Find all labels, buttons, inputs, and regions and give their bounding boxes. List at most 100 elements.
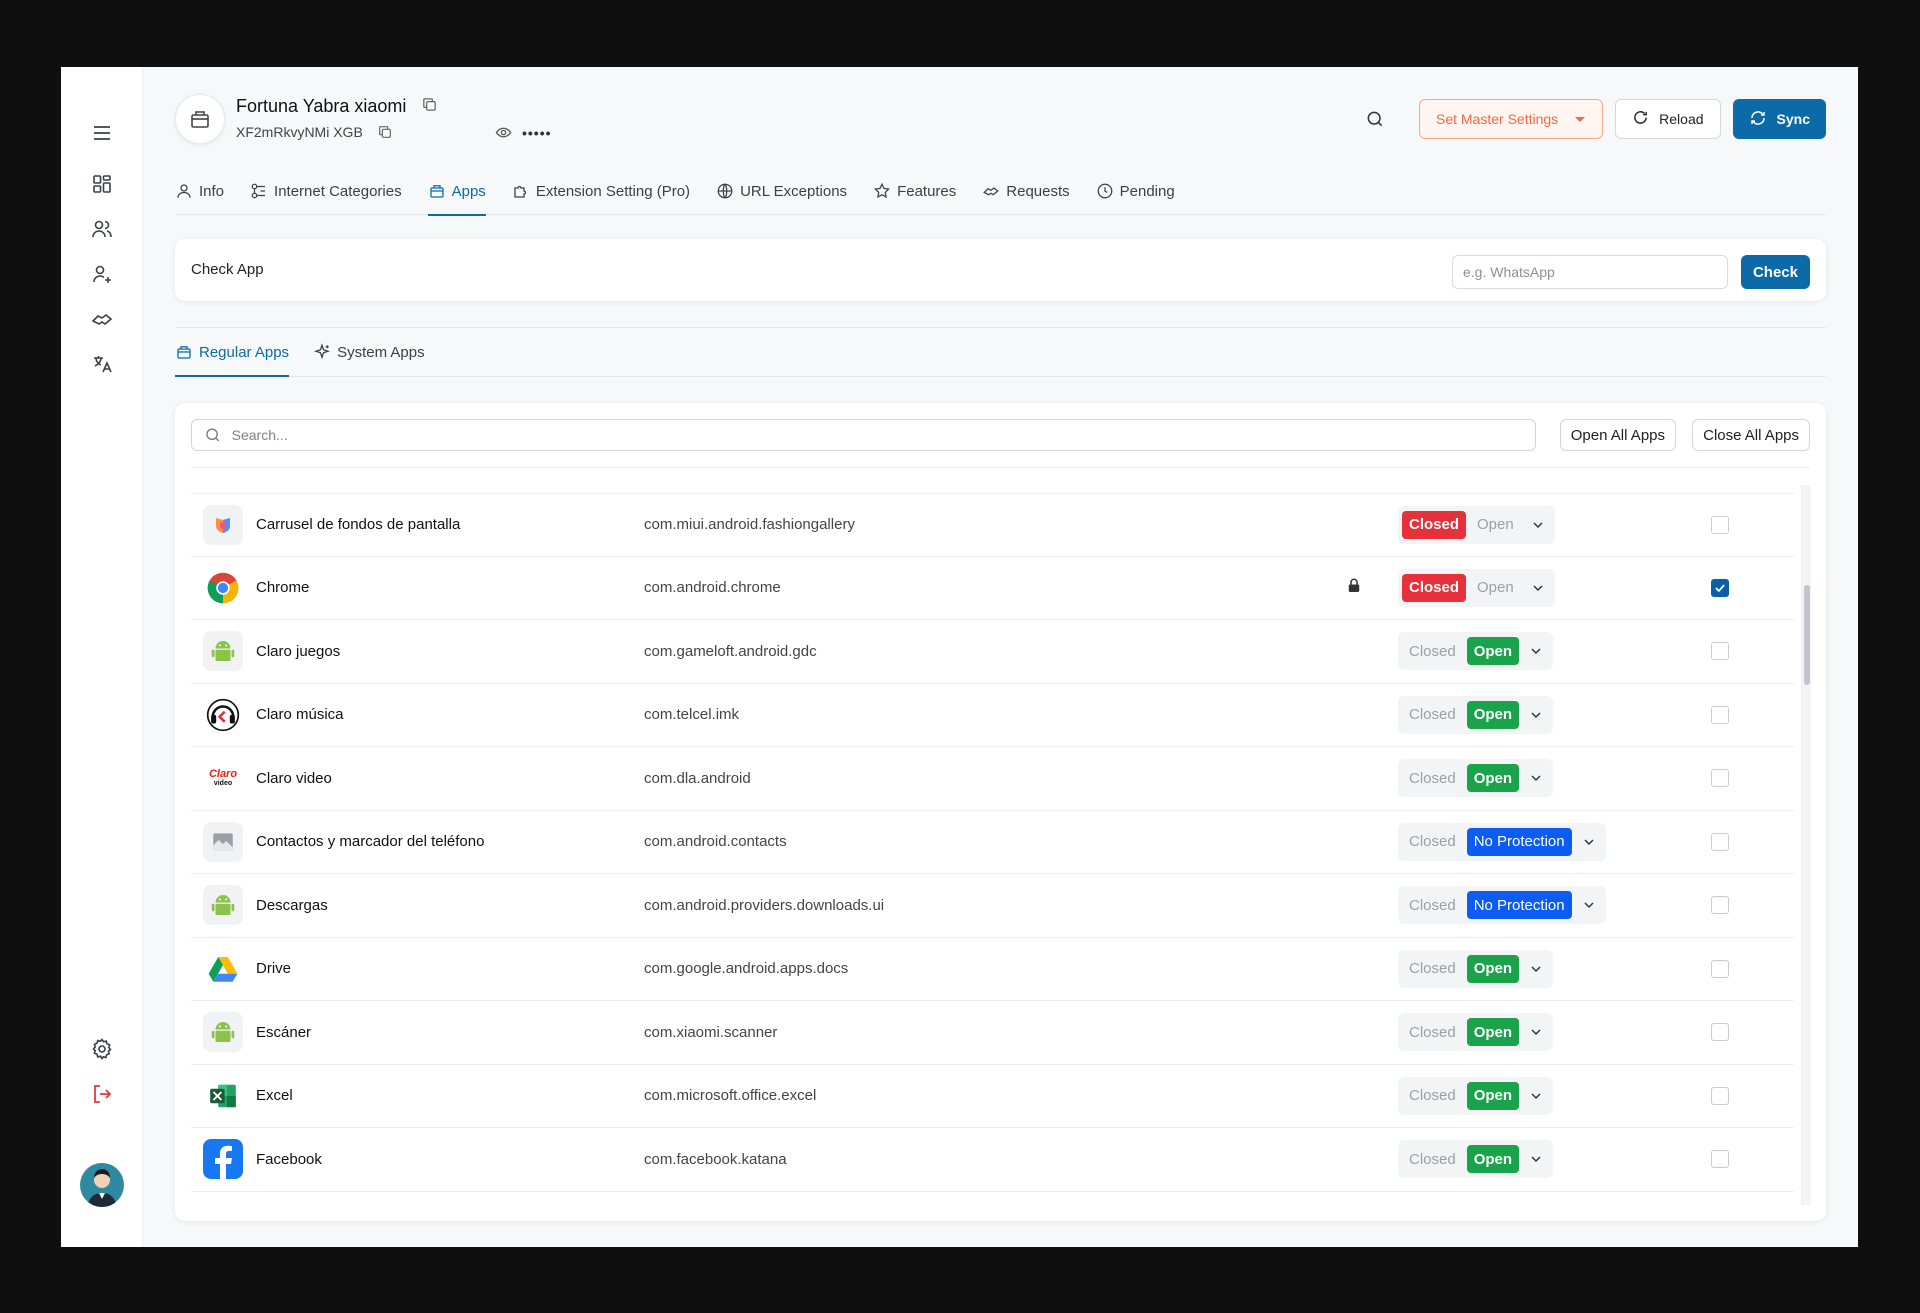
- closed-option[interactable]: Closed: [1402, 891, 1463, 919]
- app-name: Carrusel de fondos de pantalla: [256, 516, 461, 534]
- tab-label: Extension Setting (Pro): [535, 182, 691, 200]
- tab-pending[interactable]: Pending: [1096, 167, 1175, 215]
- tab-internet-categories[interactable]: Internet Categories: [250, 167, 402, 215]
- open-all-apps-button[interactable]: Open All Apps: [1559, 419, 1676, 451]
- reload-button[interactable]: Reload: [1615, 99, 1721, 139]
- set-master-settings-button[interactable]: Set Master Settings: [1418, 99, 1604, 139]
- eye-icon[interactable]: [495, 124, 512, 141]
- android-icon: [203, 1012, 243, 1053]
- users-icon[interactable]: [61, 209, 143, 249]
- app-row: Escáner com.xiaomi.scanner Closed Open: [191, 1001, 1794, 1065]
- copy-icon[interactable]: [421, 96, 438, 118]
- open-option[interactable]: Open: [1466, 700, 1520, 729]
- closed-option[interactable]: Closed: [1402, 1082, 1463, 1110]
- menu-icon[interactable]: [61, 113, 143, 153]
- row-checkbox[interactable]: [1711, 769, 1729, 788]
- open-option[interactable]: Open: [1466, 637, 1520, 666]
- access-toggle: Closed Open: [1398, 1076, 1554, 1115]
- check-app-input[interactable]: [1452, 255, 1728, 289]
- handshake-icon[interactable]: [61, 299, 143, 339]
- no-protection-option[interactable]: No Protection: [1466, 891, 1572, 920]
- tab-apps[interactable]: Apps: [427, 167, 487, 216]
- excel-icon: [203, 1076, 243, 1116]
- translate-icon[interactable]: [61, 344, 143, 384]
- logout-icon[interactable]: [61, 1074, 143, 1114]
- closed-option[interactable]: Closed: [1402, 701, 1463, 729]
- tab-requests[interactable]: Requests: [982, 167, 1070, 215]
- row-checkbox[interactable]: [1711, 578, 1729, 597]
- closed-option[interactable]: Closed: [1402, 510, 1467, 539]
- sync-button[interactable]: Sync: [1732, 99, 1826, 139]
- chevron-down-icon[interactable]: [1523, 1145, 1549, 1173]
- tab-info[interactable]: Info: [175, 167, 224, 215]
- user-avatar[interactable]: [80, 1163, 124, 1207]
- chevron-down-icon[interactable]: [1525, 511, 1551, 539]
- app-package: com.microsoft.office.excel: [644, 1087, 817, 1105]
- closed-option[interactable]: Closed: [1402, 1145, 1463, 1173]
- scroll-thumb[interactable]: [1804, 585, 1810, 685]
- chevron-down-icon[interactable]: [1523, 701, 1549, 729]
- check-button[interactable]: Check: [1740, 255, 1810, 289]
- tab-label: Apps: [451, 182, 486, 200]
- row-checkbox[interactable]: [1711, 896, 1729, 915]
- tab-label: Requests: [1006, 182, 1070, 200]
- tab-label: Features: [897, 182, 957, 200]
- tab-url-exceptions[interactable]: URL Exceptions: [716, 167, 847, 215]
- closed-option[interactable]: Closed: [1402, 573, 1467, 602]
- open-option[interactable]: Open: [1470, 574, 1521, 602]
- open-option[interactable]: Open: [1466, 1018, 1520, 1047]
- closed-option[interactable]: Closed: [1402, 828, 1463, 856]
- chevron-down-icon[interactable]: [1576, 828, 1602, 856]
- chevron-down-icon[interactable]: [1525, 574, 1551, 602]
- close-all-apps-button[interactable]: Close All Apps: [1692, 419, 1810, 451]
- tab-label: Pending: [1119, 182, 1175, 200]
- chevron-down-icon[interactable]: [1523, 637, 1549, 665]
- chrome-icon: [203, 568, 243, 608]
- open-option[interactable]: Open: [1466, 1081, 1520, 1110]
- app-row: Contactos y marcador del teléfono com.an…: [191, 811, 1794, 874]
- row-checkbox[interactable]: [1711, 515, 1729, 534]
- app-package: com.xiaomi.scanner: [644, 1023, 778, 1041]
- chevron-down-icon[interactable]: [1523, 1082, 1549, 1110]
- password-toggle[interactable]: •••••: [495, 124, 552, 141]
- apps-search[interactable]: [191, 419, 1536, 451]
- apps-icon: [429, 185, 444, 198]
- chevron-down-icon[interactable]: [1523, 764, 1549, 792]
- settings-icon[interactable]: [61, 1029, 143, 1069]
- add-user-icon[interactable]: [61, 254, 143, 294]
- open-option[interactable]: Open: [1466, 764, 1520, 793]
- closed-option[interactable]: Closed: [1402, 764, 1463, 792]
- tab-extension-setting[interactable]: Extension Setting (Pro): [512, 167, 690, 215]
- open-option[interactable]: Open: [1466, 1145, 1520, 1174]
- chevron-down-icon[interactable]: [1523, 955, 1549, 983]
- search-icon[interactable]: [1355, 99, 1395, 139]
- row-checkbox[interactable]: [1711, 959, 1729, 978]
- apps-search-input[interactable]: [231, 427, 1535, 443]
- row-checkbox[interactable]: [1711, 705, 1729, 724]
- tab-features[interactable]: Features: [873, 167, 956, 215]
- copy-icon[interactable]: [377, 124, 393, 143]
- open-option[interactable]: Open: [1466, 954, 1520, 983]
- closed-option[interactable]: Closed: [1402, 1018, 1463, 1046]
- row-checkbox[interactable]: [1711, 1023, 1729, 1042]
- row-checkbox[interactable]: [1711, 642, 1729, 661]
- app-package: com.facebook.katana: [644, 1150, 787, 1168]
- device-title: Fortuna Yabra xiaomi: [236, 96, 438, 118]
- row-checkbox[interactable]: [1711, 1150, 1729, 1169]
- tab-system-apps[interactable]: System Apps: [313, 328, 425, 376]
- scrollbar[interactable]: [1801, 485, 1811, 1205]
- chevron-down-icon[interactable]: [1576, 891, 1602, 919]
- app-package: com.telcel.imk: [644, 706, 740, 724]
- closed-option[interactable]: Closed: [1402, 955, 1463, 983]
- app-package: com.android.chrome: [644, 579, 781, 597]
- dashboard-icon[interactable]: [61, 164, 143, 204]
- tab-label: System Apps: [337, 343, 425, 361]
- tab-regular-apps[interactable]: Regular Apps: [175, 328, 290, 377]
- row-checkbox[interactable]: [1711, 832, 1729, 851]
- closed-option[interactable]: Closed: [1402, 637, 1463, 665]
- device-subtitle: XF2mRkvyNMi XGB: [236, 124, 393, 143]
- row-checkbox[interactable]: [1711, 1086, 1729, 1105]
- no-protection-option[interactable]: No Protection: [1466, 827, 1572, 856]
- open-option[interactable]: Open: [1470, 511, 1521, 539]
- chevron-down-icon[interactable]: [1523, 1018, 1549, 1046]
